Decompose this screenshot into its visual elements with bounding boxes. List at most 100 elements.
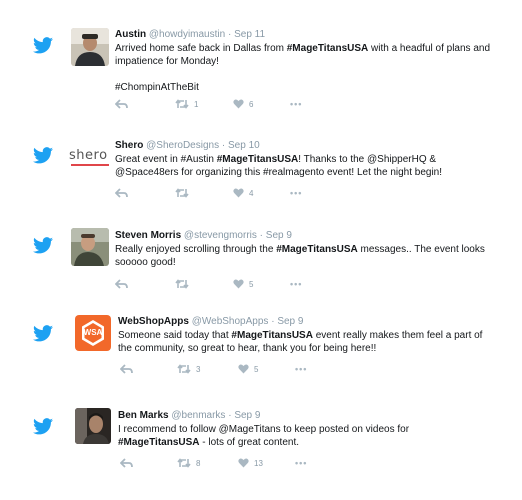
author-handle[interactable]: @WebShopApps <box>192 316 269 327</box>
more-options-icon[interactable]: ••• <box>295 458 307 468</box>
like-count: 13 <box>254 458 263 468</box>
tweet-header: Shero @SheroDesigns · Sep 10 <box>115 140 260 152</box>
more-options-icon[interactable]: ••• <box>295 364 307 374</box>
avatar[interactable] <box>71 228 109 266</box>
retweet-icon <box>177 458 191 468</box>
hashtag-link[interactable]: #MageTitansUSA <box>231 330 313 341</box>
tweet-header: WebShopApps @WebShopApps · Sep 9 <box>118 316 303 328</box>
twitter-bird-icon[interactable] <box>33 418 53 435</box>
twitter-bird-icon[interactable] <box>33 147 53 164</box>
avatar-photo <box>71 228 109 266</box>
like-button[interactable]: 13 <box>238 458 263 468</box>
heart-icon <box>238 364 249 374</box>
separator-dot: · <box>259 230 263 241</box>
tweet-text-segment: Arrived home safe back in Dallas from <box>115 43 287 54</box>
heart-icon <box>233 279 244 289</box>
retweet-count: 3 <box>196 364 201 374</box>
twitter-bird-icon[interactable] <box>33 325 53 342</box>
retweet-icon <box>175 188 189 198</box>
reply-button[interactable] <box>115 279 128 289</box>
tweet-text-segment: Great event in #Austin <box>115 154 217 165</box>
author-handle[interactable]: @SheroDesigns <box>146 140 219 151</box>
reply-icon <box>120 458 133 468</box>
shero-logo-text: shero <box>69 148 108 163</box>
tweet-header: Steven Morris @stevengmorris · Sep 9 <box>115 230 292 242</box>
like-count: 5 <box>254 364 259 374</box>
avatar-photo <box>71 28 109 66</box>
tweet-text: Arrived home safe back in Dallas from #M… <box>115 42 490 94</box>
twitter-bird-icon[interactable] <box>33 37 53 54</box>
heart-icon <box>233 188 244 198</box>
hashtag-link[interactable]: #MageTitansUSA <box>118 437 200 448</box>
retweet-button[interactable]: 8 <box>177 458 200 468</box>
avatar[interactable]: WSA <box>75 315 111 351</box>
like-count: 5 <box>249 279 254 289</box>
tweet-header: Ben Marks @benmarks · Sep 9 <box>118 410 260 422</box>
author-name[interactable]: Austin <box>115 29 146 40</box>
tweet-text-segment: Someone said today that <box>118 330 232 341</box>
more-options-icon[interactable]: ••• <box>290 279 302 289</box>
author-name[interactable]: WebShopApps <box>118 316 189 327</box>
tweet-header: Austin @howdyimaustin · Sep 11 <box>115 29 265 41</box>
retweet-icon <box>175 279 189 289</box>
more-options-icon[interactable]: ••• <box>290 99 302 109</box>
retweet-button[interactable]: 1 <box>175 99 198 109</box>
retweet-button[interactable]: 3 <box>177 364 200 374</box>
tweet-date[interactable]: Sep 10 <box>228 140 260 151</box>
tweet-text-segment: Really enjoyed scrolling through the <box>115 244 277 255</box>
tweet-text: Great event in #Austin #MageTitansUSA! T… <box>115 153 490 179</box>
retweet-button[interactable] <box>175 279 194 289</box>
author-handle[interactable]: @benmarks <box>171 410 225 421</box>
author-name[interactable]: Shero <box>115 140 143 151</box>
twitter-bird-icon[interactable] <box>33 237 53 254</box>
retweet-icon <box>175 99 189 109</box>
more-options-icon[interactable]: ••• <box>290 188 302 198</box>
tweet-date[interactable]: Sep 11 <box>234 29 265 40</box>
reply-button[interactable] <box>120 458 133 468</box>
author-name[interactable]: Ben Marks <box>118 410 169 421</box>
like-button[interactable]: 5 <box>238 364 258 374</box>
tweet-text-segment: - lots of great content. <box>199 437 300 448</box>
like-count: 6 <box>249 99 254 109</box>
reply-icon <box>120 364 133 374</box>
tweet-date[interactable]: Sep 9 <box>277 316 303 327</box>
tweet-text-segment: I recommend to follow @MageTitans to kee… <box>118 424 412 435</box>
tweet-text: Someone said today that #MageTitansUSA e… <box>118 329 493 355</box>
like-button[interactable]: 5 <box>233 279 253 289</box>
retweet-count: 8 <box>196 458 201 468</box>
separator-dot: · <box>227 29 232 40</box>
avatar[interactable] <box>71 28 109 66</box>
like-count: 4 <box>249 188 254 198</box>
like-button[interactable]: 4 <box>233 188 253 198</box>
reply-button[interactable] <box>115 188 128 198</box>
wsa-logo-text: WSA <box>83 328 103 337</box>
retweet-icon <box>177 364 191 374</box>
hashtag-link[interactable]: #MageTitansUSA <box>287 43 369 54</box>
separator-dot: · <box>228 410 232 421</box>
hashtag-link[interactable]: #MageTitansUSA <box>276 244 358 255</box>
avatar[interactable] <box>75 408 111 444</box>
retweet-count: 1 <box>194 99 199 109</box>
author-handle[interactable]: @howdyimaustin <box>149 29 225 40</box>
avatar[interactable]: shero <box>69 138 111 176</box>
separator-dot: · <box>271 316 275 327</box>
reply-icon <box>115 188 128 198</box>
avatar-photo <box>75 408 111 444</box>
heart-icon <box>233 99 244 109</box>
reply-icon <box>115 279 128 289</box>
reply-icon <box>115 99 128 109</box>
tweet-date[interactable]: Sep 9 <box>234 410 260 421</box>
reply-button[interactable] <box>120 364 133 374</box>
author-handle[interactable]: @stevengmorris <box>184 230 257 241</box>
author-name[interactable]: Steven Morris <box>115 230 181 241</box>
separator-dot: · <box>221 140 226 151</box>
tweet-date[interactable]: Sep 9 <box>266 230 292 241</box>
tweet-text: Really enjoyed scrolling through the #Ma… <box>115 243 490 269</box>
heart-icon <box>238 458 249 468</box>
shero-logo-underline <box>71 164 109 166</box>
tweet-text: I recommend to follow @MageTitans to kee… <box>118 423 493 449</box>
retweet-button[interactable] <box>175 188 194 198</box>
reply-button[interactable] <box>115 99 128 109</box>
hashtag-link[interactable]: #MageTitansUSA <box>217 154 299 165</box>
like-button[interactable]: 6 <box>233 99 253 109</box>
